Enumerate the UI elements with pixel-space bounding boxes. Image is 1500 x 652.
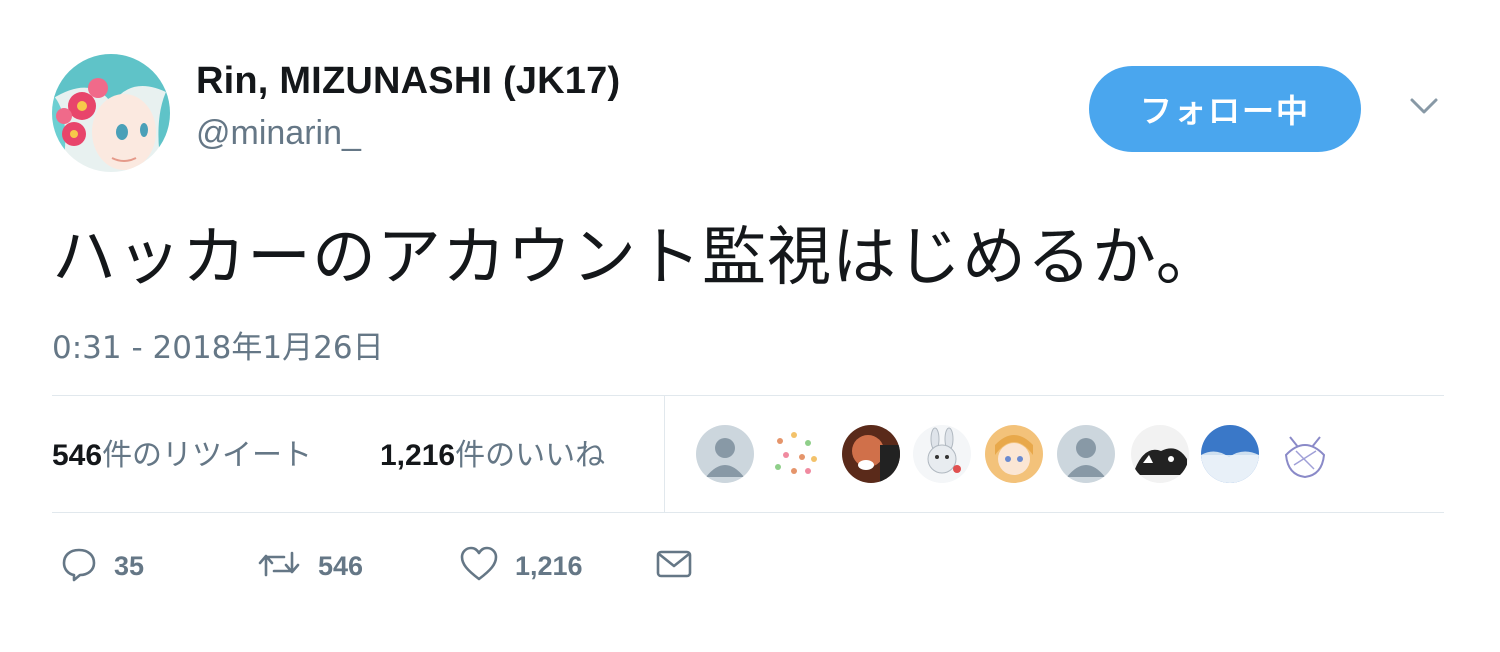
liker-avatar[interactable] [766,425,824,483]
retweet-icon [256,545,302,588]
retweet-count: 546 [318,550,364,581]
liker-avatar[interactable] [1276,425,1334,483]
envelope-icon [654,545,694,588]
divider [52,395,1444,396]
liker-avatar[interactable] [1057,425,1115,483]
likes-label: 件のいいね [455,438,606,473]
likes-count: 1,216 [380,439,456,472]
retweet-action[interactable]: 546 [256,546,363,586]
reply-action[interactable]: 35 [60,546,144,586]
retweets-count: 546 [52,439,103,472]
liker-avatar[interactable] [842,425,900,483]
heart-icon [459,545,499,588]
chevron-down-icon[interactable] [1404,92,1444,122]
tweet-card: Rin, MIZUNASHI (JK17) @minarin_ フォロー中 ハッ… [0,0,1500,652]
reply-icon [60,545,98,588]
liker-avatar[interactable] [1201,425,1259,483]
divider [52,512,1444,513]
user-avatar[interactable] [52,54,170,172]
like-action[interactable]: 1,216 [459,546,583,586]
direct-message-action[interactable] [654,546,694,586]
divider [664,396,665,512]
tweet-text: ハッカーのアカウント監視はじめるか。 [52,221,1221,295]
retweets-stat[interactable]: 546件のリツイート [52,430,312,474]
reply-count: 35 [114,550,145,581]
retweets-label: 件のリツイート [102,438,313,473]
liker-avatar[interactable] [913,425,971,483]
user-display-name[interactable]: Rin, MIZUNASHI (JK17) [196,60,620,103]
likes-stat[interactable]: 1,216件のいいね [380,430,605,474]
liker-avatar[interactable] [696,425,754,483]
tweet-timestamp[interactable]: 0:31 - 2018年1月26日 [52,322,384,367]
following-button[interactable]: フォロー中 [1089,66,1361,152]
liker-avatar[interactable] [985,425,1043,483]
liker-avatar[interactable] [1131,425,1189,483]
user-handle[interactable]: @minarin_ [196,114,361,153]
like-count: 1,216 [515,550,583,581]
